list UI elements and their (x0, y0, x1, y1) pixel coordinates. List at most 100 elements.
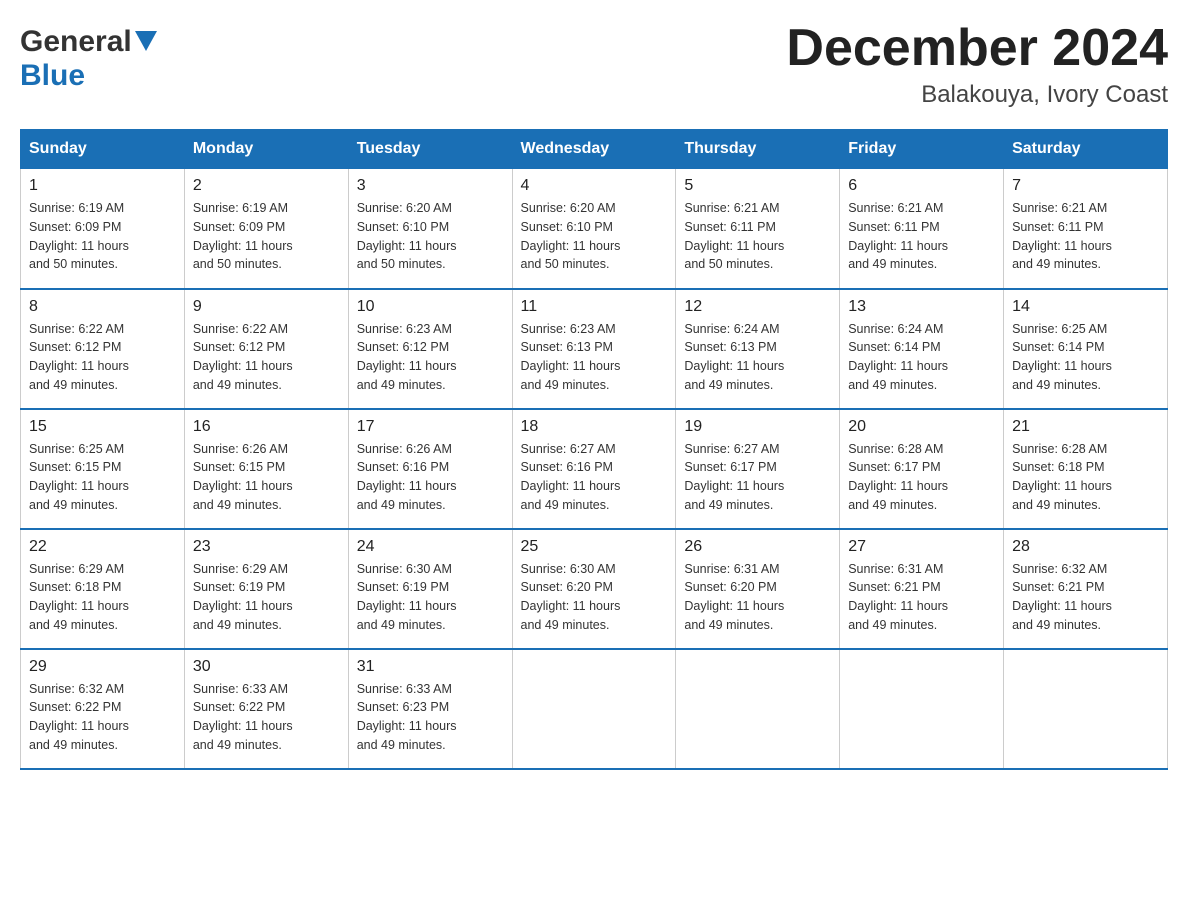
day-info: Sunrise: 6:27 AM Sunset: 6:17 PM Dayligh… (684, 440, 831, 515)
day-info: Sunrise: 6:23 AM Sunset: 6:13 PM Dayligh… (521, 320, 668, 395)
calendar-week-1: 1 Sunrise: 6:19 AM Sunset: 6:09 PM Dayli… (21, 169, 1168, 289)
calendar-cell: 13 Sunrise: 6:24 AM Sunset: 6:14 PM Dayl… (840, 289, 1004, 409)
day-number: 30 (193, 658, 340, 676)
day-number: 4 (521, 177, 668, 195)
calendar-cell (676, 649, 840, 769)
calendar-cell: 20 Sunrise: 6:28 AM Sunset: 6:17 PM Dayl… (840, 409, 1004, 529)
calendar-cell: 30 Sunrise: 6:33 AM Sunset: 6:22 PM Dayl… (184, 649, 348, 769)
calendar-cell: 4 Sunrise: 6:20 AM Sunset: 6:10 PM Dayli… (512, 169, 676, 289)
day-info: Sunrise: 6:26 AM Sunset: 6:16 PM Dayligh… (357, 440, 504, 515)
day-info: Sunrise: 6:27 AM Sunset: 6:16 PM Dayligh… (521, 440, 668, 515)
day-number: 15 (29, 418, 176, 436)
day-number: 10 (357, 298, 504, 316)
day-info: Sunrise: 6:32 AM Sunset: 6:22 PM Dayligh… (29, 680, 176, 755)
col-friday: Friday (840, 130, 1004, 169)
day-info: Sunrise: 6:25 AM Sunset: 6:14 PM Dayligh… (1012, 320, 1159, 395)
calendar-cell: 2 Sunrise: 6:19 AM Sunset: 6:09 PM Dayli… (184, 169, 348, 289)
day-number: 16 (193, 418, 340, 436)
day-info: Sunrise: 6:26 AM Sunset: 6:15 PM Dayligh… (193, 440, 340, 515)
day-info: Sunrise: 6:19 AM Sunset: 6:09 PM Dayligh… (29, 199, 176, 274)
calendar-cell: 14 Sunrise: 6:25 AM Sunset: 6:14 PM Dayl… (1004, 289, 1168, 409)
calendar-cell: 16 Sunrise: 6:26 AM Sunset: 6:15 PM Dayl… (184, 409, 348, 529)
day-number: 27 (848, 538, 995, 556)
calendar-cell: 25 Sunrise: 6:30 AM Sunset: 6:20 PM Dayl… (512, 529, 676, 649)
logo-general-text: General (20, 25, 132, 59)
col-tuesday: Tuesday (348, 130, 512, 169)
day-number: 6 (848, 177, 995, 195)
col-saturday: Saturday (1004, 130, 1168, 169)
day-number: 26 (684, 538, 831, 556)
day-info: Sunrise: 6:22 AM Sunset: 6:12 PM Dayligh… (29, 320, 176, 395)
day-info: Sunrise: 6:33 AM Sunset: 6:23 PM Dayligh… (357, 680, 504, 755)
location-title: Balakouya, Ivory Coast (786, 81, 1168, 109)
calendar-body: 1 Sunrise: 6:19 AM Sunset: 6:09 PM Dayli… (21, 169, 1168, 769)
day-number: 14 (1012, 298, 1159, 316)
day-number: 23 (193, 538, 340, 556)
col-wednesday: Wednesday (512, 130, 676, 169)
calendar-cell: 24 Sunrise: 6:30 AM Sunset: 6:19 PM Dayl… (348, 529, 512, 649)
day-info: Sunrise: 6:21 AM Sunset: 6:11 PM Dayligh… (1012, 199, 1159, 274)
calendar-cell: 18 Sunrise: 6:27 AM Sunset: 6:16 PM Dayl… (512, 409, 676, 529)
day-number: 11 (521, 298, 668, 316)
calendar-cell: 19 Sunrise: 6:27 AM Sunset: 6:17 PM Dayl… (676, 409, 840, 529)
day-number: 28 (1012, 538, 1159, 556)
logo-triangle-icon (135, 31, 157, 51)
calendar-cell: 6 Sunrise: 6:21 AM Sunset: 6:11 PM Dayli… (840, 169, 1004, 289)
calendar-cell (512, 649, 676, 769)
calendar-cell: 7 Sunrise: 6:21 AM Sunset: 6:11 PM Dayli… (1004, 169, 1168, 289)
day-info: Sunrise: 6:25 AM Sunset: 6:15 PM Dayligh… (29, 440, 176, 515)
month-title: December 2024 (786, 20, 1168, 77)
day-info: Sunrise: 6:29 AM Sunset: 6:19 PM Dayligh… (193, 560, 340, 635)
day-info: Sunrise: 6:24 AM Sunset: 6:13 PM Dayligh… (684, 320, 831, 395)
day-info: Sunrise: 6:32 AM Sunset: 6:21 PM Dayligh… (1012, 560, 1159, 635)
day-info: Sunrise: 6:28 AM Sunset: 6:17 PM Dayligh… (848, 440, 995, 515)
calendar-cell: 27 Sunrise: 6:31 AM Sunset: 6:21 PM Dayl… (840, 529, 1004, 649)
day-number: 17 (357, 418, 504, 436)
calendar-cell: 12 Sunrise: 6:24 AM Sunset: 6:13 PM Dayl… (676, 289, 840, 409)
day-info: Sunrise: 6:31 AM Sunset: 6:20 PM Dayligh… (684, 560, 831, 635)
day-info: Sunrise: 6:30 AM Sunset: 6:19 PM Dayligh… (357, 560, 504, 635)
calendar-cell: 29 Sunrise: 6:32 AM Sunset: 6:22 PM Dayl… (21, 649, 185, 769)
calendar-cell: 15 Sunrise: 6:25 AM Sunset: 6:15 PM Dayl… (21, 409, 185, 529)
calendar-week-5: 29 Sunrise: 6:32 AM Sunset: 6:22 PM Dayl… (21, 649, 1168, 769)
day-number: 5 (684, 177, 831, 195)
day-info: Sunrise: 6:31 AM Sunset: 6:21 PM Dayligh… (848, 560, 995, 635)
page-header: General Blue December 2024 Balakouya, Iv… (20, 20, 1168, 109)
day-number: 24 (357, 538, 504, 556)
logo-blue-text: Blue (20, 59, 85, 92)
day-info: Sunrise: 6:29 AM Sunset: 6:18 PM Dayligh… (29, 560, 176, 635)
day-number: 13 (848, 298, 995, 316)
day-number: 31 (357, 658, 504, 676)
col-thursday: Thursday (676, 130, 840, 169)
day-number: 9 (193, 298, 340, 316)
day-number: 18 (521, 418, 668, 436)
day-number: 1 (29, 177, 176, 195)
calendar-cell: 5 Sunrise: 6:21 AM Sunset: 6:11 PM Dayli… (676, 169, 840, 289)
calendar-cell (1004, 649, 1168, 769)
col-monday: Monday (184, 130, 348, 169)
day-number: 12 (684, 298, 831, 316)
calendar-cell: 3 Sunrise: 6:20 AM Sunset: 6:10 PM Dayli… (348, 169, 512, 289)
calendar-table: Sunday Monday Tuesday Wednesday Thursday… (20, 129, 1168, 770)
day-number: 7 (1012, 177, 1159, 195)
day-number: 3 (357, 177, 504, 195)
calendar-cell: 11 Sunrise: 6:23 AM Sunset: 6:13 PM Dayl… (512, 289, 676, 409)
day-info: Sunrise: 6:23 AM Sunset: 6:12 PM Dayligh… (357, 320, 504, 395)
day-info: Sunrise: 6:28 AM Sunset: 6:18 PM Dayligh… (1012, 440, 1159, 515)
calendar-week-4: 22 Sunrise: 6:29 AM Sunset: 6:18 PM Dayl… (21, 529, 1168, 649)
calendar-cell: 28 Sunrise: 6:32 AM Sunset: 6:21 PM Dayl… (1004, 529, 1168, 649)
col-sunday: Sunday (21, 130, 185, 169)
day-info: Sunrise: 6:21 AM Sunset: 6:11 PM Dayligh… (684, 199, 831, 274)
calendar-cell: 8 Sunrise: 6:22 AM Sunset: 6:12 PM Dayli… (21, 289, 185, 409)
calendar-cell: 17 Sunrise: 6:26 AM Sunset: 6:16 PM Dayl… (348, 409, 512, 529)
calendar-cell: 22 Sunrise: 6:29 AM Sunset: 6:18 PM Dayl… (21, 529, 185, 649)
day-number: 22 (29, 538, 176, 556)
day-info: Sunrise: 6:22 AM Sunset: 6:12 PM Dayligh… (193, 320, 340, 395)
day-number: 19 (684, 418, 831, 436)
calendar-cell: 10 Sunrise: 6:23 AM Sunset: 6:12 PM Dayl… (348, 289, 512, 409)
day-info: Sunrise: 6:20 AM Sunset: 6:10 PM Dayligh… (357, 199, 504, 274)
day-number: 20 (848, 418, 995, 436)
day-info: Sunrise: 6:20 AM Sunset: 6:10 PM Dayligh… (521, 199, 668, 274)
day-info: Sunrise: 6:24 AM Sunset: 6:14 PM Dayligh… (848, 320, 995, 395)
header-row: Sunday Monday Tuesday Wednesday Thursday… (21, 130, 1168, 169)
